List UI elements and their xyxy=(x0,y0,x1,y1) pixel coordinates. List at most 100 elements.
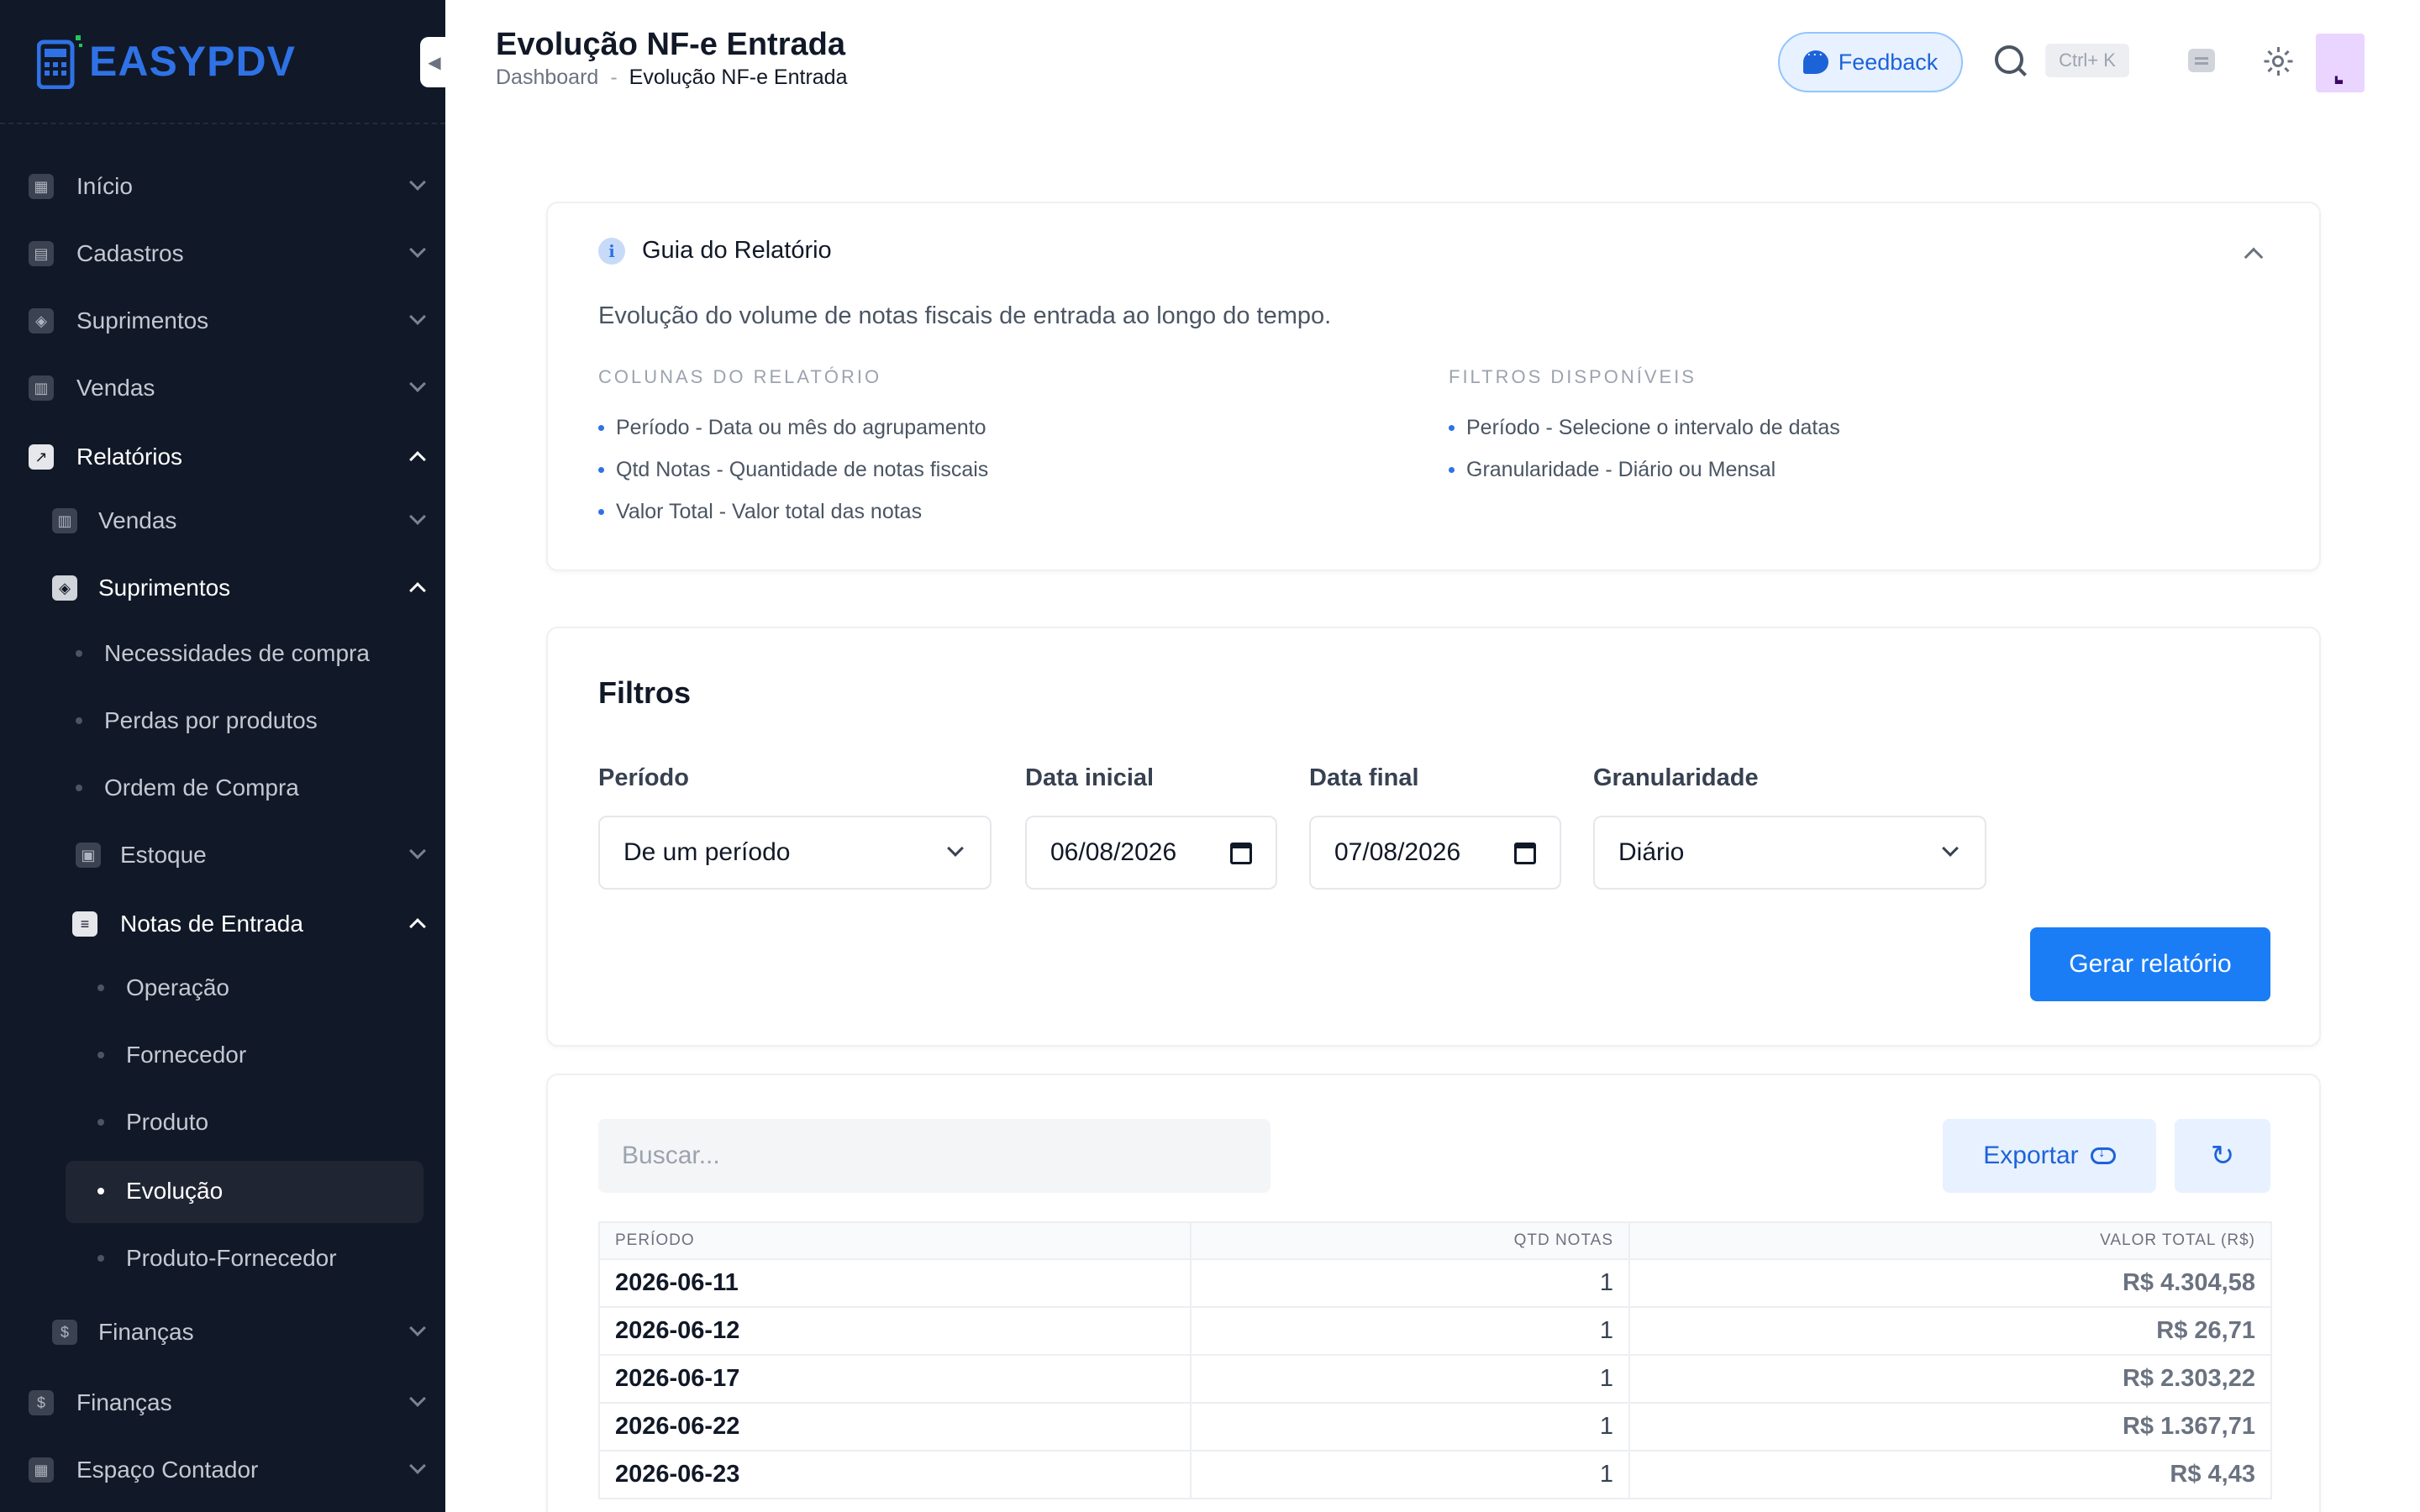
export-button[interactable]: Exportar xyxy=(1943,1119,2156,1193)
sidebar-item-cadastros[interactable]: ▤ Cadastros xyxy=(0,220,445,287)
cell-periodo: 2026-06-17 xyxy=(598,1354,1192,1404)
cell-qtd-notas: 1 xyxy=(1190,1354,1630,1404)
sidebar-item-notas-de-entrada[interactable]: ≡ Notas de Entrada xyxy=(0,890,445,958)
main-content: Evolução NF-e Entrada Dashboard - Evoluç… xyxy=(445,0,2420,1512)
start-date-input[interactable]: 06/08/2026 xyxy=(1025,816,1277,890)
table-row[interactable]: 2026-06-17 1 R$ 2.303,22 xyxy=(598,1354,2272,1404)
sidebar-item-inicio[interactable]: ▦ Início xyxy=(0,153,445,220)
table-row[interactable]: 2026-06-11 1 R$ 4.304,58 xyxy=(598,1258,2272,1308)
column-header-qtd-notas[interactable]: QTD NOTAS xyxy=(1190,1221,1630,1260)
box-icon: ◈ xyxy=(52,575,77,601)
sidebar-item-fornecedor[interactable]: Fornecedor xyxy=(0,1021,445,1089)
breadcrumb-home[interactable]: Dashboard xyxy=(496,66,598,90)
sidebar-item-label: Início xyxy=(76,173,133,199)
sidebar-item-label: Fornecedor xyxy=(126,1042,247,1068)
register-icon: ▥ xyxy=(29,375,54,401)
sidebar-item-label: Necessidades de compra xyxy=(104,640,370,666)
sidebar-item-relatorios[interactable]: ↗ Relatórios xyxy=(0,423,445,491)
sidebar-item-evolucao[interactable]: Evolução xyxy=(0,1158,445,1225)
chevron-down-icon xyxy=(409,508,426,525)
dollar-icon: $ xyxy=(52,1320,77,1345)
sidebar-item-label: Ordem de Compra xyxy=(104,774,299,801)
bullet-icon xyxy=(97,1052,104,1058)
guide-filters-title: FILTROS DISPONÍVEIS xyxy=(1449,366,1697,387)
sidebar-item-relatorios-suprimentos[interactable]: ◈ Suprimentos xyxy=(0,554,445,622)
sidebar-item-suprimentos[interactable]: ◈ Suprimentos xyxy=(0,287,445,354)
guide-filters: FILTROS DISPONÍVEIS Período - Selecione … xyxy=(1449,366,1840,491)
column-header-valor-total[interactable]: VALOR TOTAL (R$) xyxy=(1628,1221,2272,1260)
chevron-up-icon[interactable] xyxy=(2244,247,2264,267)
sidebar-item-relatorios-vendas[interactable]: ▥ Vendas xyxy=(0,487,445,554)
search-input[interactable]: Buscar... xyxy=(598,1119,1270,1193)
guide-header[interactable]: i Guia do Relatório xyxy=(598,237,832,265)
lock-icon: ▣ xyxy=(76,843,101,868)
period-select[interactable]: De um período xyxy=(598,816,992,890)
sidebar-item-relatorios-financas[interactable]: $ Finanças xyxy=(0,1299,445,1366)
bullet-icon xyxy=(97,1188,104,1194)
sidebar-collapse-button[interactable]: ◀ xyxy=(420,37,445,87)
logo[interactable]: EASYPDV xyxy=(0,0,445,124)
guide-column-item: Valor Total - Valor total das notas xyxy=(598,491,988,533)
sidebar: EASYPDV ◀ ▦ Início ▤ Cadastros ◈ Suprime… xyxy=(0,0,445,1512)
table-row[interactable]: 2026-06-22 1 R$ 1.367,71 xyxy=(598,1402,2272,1452)
sidebar-item-estoque[interactable]: ▣ Estoque xyxy=(0,822,445,889)
sidebar-item-label: Suprimentos xyxy=(98,575,231,601)
avatar-logo-icon: ▙▖ xyxy=(2334,76,2346,84)
end-date-input[interactable]: 07/08/2026 xyxy=(1309,816,1561,890)
table-header-row: PERÍODO QTD NOTAS VALOR TOTAL (R$) xyxy=(598,1221,2272,1260)
cell-qtd-notas: 1 xyxy=(1190,1450,1630,1499)
column-header-periodo[interactable]: PERÍODO xyxy=(598,1221,1192,1260)
results-table: PERÍODO QTD NOTAS VALOR TOTAL (R$) 2026-… xyxy=(598,1221,2272,1499)
sidebar-item-espaco-contador[interactable]: ▦ Espaço Contador xyxy=(0,1436,445,1504)
pos-terminal-icon xyxy=(36,34,84,90)
sidebar-item-financas[interactable]: $ Finanças xyxy=(0,1369,445,1436)
table-row[interactable]: 2026-06-23 1 R$ 4,43 xyxy=(598,1450,2272,1499)
refresh-button[interactable]: ↻ xyxy=(2175,1119,2270,1193)
sidebar-item-ordem-de-compra[interactable]: Ordem de Compra xyxy=(0,754,445,822)
sidebar-item-produto-fornecedor[interactable]: Produto-Fornecedor xyxy=(0,1225,445,1292)
cell-valor-total: R$ 1.367,71 xyxy=(1628,1402,2272,1452)
calendar-icon[interactable] xyxy=(1514,843,1536,864)
period-value: De um período xyxy=(623,838,791,866)
feedback-button[interactable]: Feedback xyxy=(1778,32,1963,92)
chevron-down-icon xyxy=(409,1457,426,1474)
sidebar-item-vendas[interactable]: ▥ Vendas xyxy=(0,354,445,422)
cell-qtd-notas: 1 xyxy=(1190,1258,1630,1308)
sidebar-item-label: Evolução xyxy=(126,1178,224,1204)
generate-report-button[interactable]: Gerar relatório xyxy=(2030,927,2270,1001)
filters-card: Filtros Período De um período Data inici… xyxy=(546,627,2321,1047)
sidebar-item-label: Cadastros xyxy=(76,240,184,266)
calculator-icon: ▦ xyxy=(29,1457,54,1483)
sidebar-item-operacao[interactable]: Operação xyxy=(0,954,445,1021)
sidebar-item-perdas-por-produtos[interactable]: Perdas por produtos xyxy=(0,687,445,754)
bullet-icon xyxy=(97,1255,104,1262)
chat-bubble-icon xyxy=(1802,45,1828,74)
cell-periodo: 2026-06-23 xyxy=(598,1450,1192,1499)
sidebar-item-produto[interactable]: Produto xyxy=(0,1089,445,1156)
search-icon[interactable] xyxy=(1995,45,2023,74)
cell-valor-total: R$ 4.304,58 xyxy=(1628,1258,2272,1308)
sidebar-item-necessidades-de-compra[interactable]: Necessidades de compra xyxy=(0,620,445,687)
cell-valor-total: R$ 26,71 xyxy=(1628,1306,2272,1356)
cell-valor-total: R$ 2.303,22 xyxy=(1628,1354,2272,1404)
bullet-icon xyxy=(76,785,82,791)
guide-description: Evolução do volume de notas fiscais de e… xyxy=(598,302,1332,329)
avatar[interactable]: ▙▖ xyxy=(2316,34,2365,92)
cell-valor-total: R$ 4,43 xyxy=(1628,1450,2272,1499)
guide-title: Guia do Relatório xyxy=(642,237,832,264)
table-row[interactable]: 2026-06-12 1 R$ 26,71 xyxy=(598,1306,2272,1356)
sidebar-item-label: Produto-Fornecedor xyxy=(126,1245,337,1271)
cell-periodo: 2026-06-12 xyxy=(598,1306,1192,1356)
theme-toggle-icon[interactable] xyxy=(2264,47,2292,76)
chevron-down-icon xyxy=(947,840,964,857)
calendar-icon[interactable] xyxy=(1230,843,1252,864)
sidebar-item-label: Suprimentos xyxy=(76,307,209,333)
granularity-value: Diário xyxy=(1618,838,1685,866)
export-label: Exportar xyxy=(1983,1142,2079,1169)
bullet-icon xyxy=(97,1119,104,1126)
period-label: Período xyxy=(598,764,689,791)
feedback-label: Feedback xyxy=(1838,49,1939,75)
granularity-select[interactable]: Diário xyxy=(1593,816,1986,890)
guide-filter-item: Granularidade - Diário ou Mensal xyxy=(1449,449,1840,491)
message-icon[interactable] xyxy=(2188,49,2215,72)
